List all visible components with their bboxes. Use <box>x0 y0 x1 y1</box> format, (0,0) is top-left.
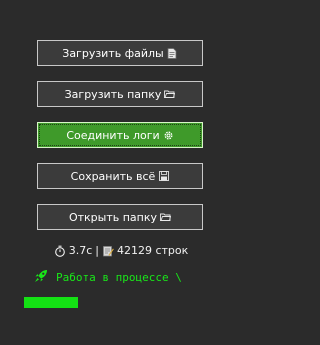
folder-icon <box>160 212 172 223</box>
folder-icon <box>164 89 176 100</box>
stopwatch-icon <box>54 245 66 257</box>
upload-folder-button[interactable]: Загрузить папку <box>37 81 203 107</box>
status-line: Работа в процессе \ <box>34 269 182 286</box>
open-folder-label: Открыть папку <box>68 210 158 224</box>
save-all-button[interactable]: Сохранить всё <box>37 163 203 189</box>
line-count: 42129 строк <box>116 244 189 257</box>
progress-fill <box>24 297 79 308</box>
elapsed-time: 3.7с <box>68 244 93 257</box>
upload-folder-label: Загрузить папку <box>64 87 162 101</box>
merge-logs-label: Соединить логи <box>66 128 160 142</box>
save-all-label: Сохранить всё <box>70 169 156 183</box>
status-text: Работа в процессе \ <box>56 271 182 284</box>
rocket-icon <box>34 269 48 286</box>
document-icon <box>167 47 178 59</box>
stats-line: 3.7с | 42129 строк <box>0 244 242 257</box>
upload-files-button[interactable]: Загрузить файлы <box>37 40 203 66</box>
memo-icon <box>102 245 114 257</box>
progress-bar <box>24 297 218 308</box>
app-panel: Загрузить файлы Загрузить папку Соединит… <box>0 0 242 345</box>
open-folder-button[interactable]: Открыть папку <box>37 204 203 230</box>
gear-icon <box>163 130 174 141</box>
merge-logs-button[interactable]: Соединить логи <box>37 122 203 148</box>
stats-separator: | <box>95 244 99 257</box>
save-icon <box>158 171 169 182</box>
upload-files-label: Загрузить файлы <box>62 46 164 60</box>
